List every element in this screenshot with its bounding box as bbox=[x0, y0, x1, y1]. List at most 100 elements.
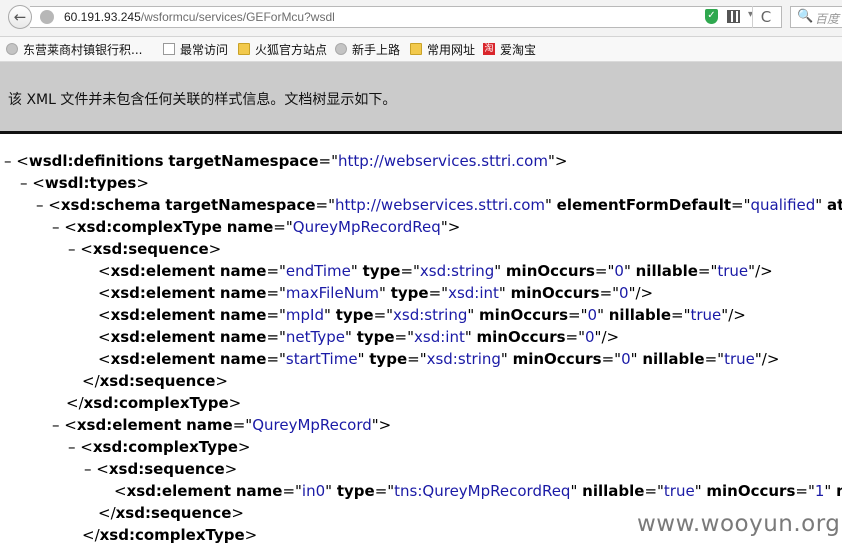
xml-tag-name: xsd:element bbox=[76, 416, 182, 434]
xml-punctuation: =" bbox=[407, 350, 427, 368]
xml-attr-value: QureyMpRecordReq bbox=[292, 218, 441, 236]
xml-punctuation: > bbox=[237, 438, 251, 456]
qr-code-icon[interactable] bbox=[727, 10, 740, 23]
globe-icon bbox=[335, 43, 347, 55]
reload-button[interactable]: C bbox=[752, 6, 779, 28]
xml-tag-name: wsdl:definitions bbox=[28, 152, 164, 170]
folder-icon bbox=[410, 43, 422, 55]
xml-punctuation: </ bbox=[98, 504, 116, 522]
xml-punctuation: =" bbox=[731, 196, 751, 214]
xml-tag-name: minOccurs bbox=[479, 306, 569, 324]
security-shield-icon[interactable]: ✓ bbox=[705, 9, 718, 24]
bookmark-item[interactable]: 常用网址 bbox=[410, 41, 475, 57]
xml-tag-name: nillable bbox=[642, 350, 705, 368]
xml-tag-name: xsd:sequence bbox=[108, 460, 225, 478]
xml-punctuation: =" bbox=[599, 284, 620, 302]
bookmarks-toolbar: 东营莱商村镇银行积... 最常访问 火狐官方站点 新手上路 常用网址 淘爱淘宝 bbox=[0, 37, 842, 62]
xml-tag-name: xsd:sequence bbox=[99, 372, 216, 390]
xml-attr-value: xsd:string bbox=[419, 262, 495, 280]
xml-attr-value: mpId bbox=[285, 306, 325, 324]
xml-tag-name: nillable bbox=[635, 262, 698, 280]
xml-tag-name: nillable bbox=[582, 482, 645, 500]
xml-line: – <xsd:sequence> bbox=[84, 458, 237, 480]
xml-attr-value: true bbox=[663, 482, 695, 500]
xml-tag-name: type bbox=[362, 262, 401, 280]
collapse-toggle[interactable]: – bbox=[4, 152, 16, 170]
xml-punctuation: =" bbox=[565, 328, 585, 346]
xml-punctuation: < bbox=[80, 438, 93, 456]
xml-attr-value: 0 bbox=[614, 262, 624, 280]
bookmark-item[interactable]: 淘爱淘宝 bbox=[483, 41, 536, 57]
xml-tag-name: name bbox=[226, 218, 274, 236]
xml-attr-value: 0 bbox=[619, 284, 629, 302]
xml-punctuation: > bbox=[136, 174, 149, 192]
xml-attr-value: xsd:int bbox=[448, 284, 499, 302]
xml-punctuation: =" bbox=[428, 284, 449, 302]
xml-tag-name: wsdl:types bbox=[44, 174, 137, 192]
xml-tag-name: xsd:element bbox=[110, 328, 216, 346]
collapse-toggle[interactable]: – bbox=[52, 218, 64, 236]
xml-line: – <wsdl:types> bbox=[20, 172, 149, 194]
xml-tag-name: name bbox=[219, 350, 267, 368]
collapse-toggle[interactable]: – bbox=[52, 416, 64, 434]
bookmark-item[interactable]: 东营莱商村镇银行积... bbox=[6, 41, 142, 57]
xml-tag-name: xsd:element bbox=[110, 262, 216, 280]
url-bar[interactable]: 60.191.93.245/wsformcu/services/GEForMcu… bbox=[30, 6, 782, 28]
watermark: www.wooyun.org bbox=[637, 511, 841, 537]
xml-attr-value: 0 bbox=[621, 350, 631, 368]
xml-punctuation: =" bbox=[318, 152, 338, 170]
collapse-toggle[interactable]: – bbox=[68, 240, 80, 258]
xml-line: </xsd:complexType> bbox=[66, 392, 241, 414]
xml-punctuation: =" bbox=[266, 306, 286, 324]
xml-punctuation: =" bbox=[400, 262, 420, 280]
xml-attr-value: QureyMpRecord bbox=[252, 416, 372, 434]
xml-punctuation: < bbox=[64, 416, 77, 434]
search-box[interactable]: 🔍 百度 bbox=[790, 6, 842, 28]
xml-tag-name: xsd:schema bbox=[60, 196, 161, 214]
xml-punctuation: =" bbox=[232, 416, 253, 434]
xml-punctuation: < bbox=[80, 240, 93, 258]
bookmark-label: 新手上路 bbox=[352, 42, 401, 57]
xml-tag-name: name bbox=[219, 284, 267, 302]
xml-tag-name: minOccurs bbox=[476, 328, 566, 346]
xml-punctuation: =" bbox=[273, 218, 293, 236]
xml-punctuation: < bbox=[16, 152, 29, 170]
xml-punctuation: =" bbox=[394, 328, 415, 346]
xml-tag-name: name bbox=[219, 262, 267, 280]
bookmark-item[interactable]: 最常访问 bbox=[163, 41, 228, 57]
xml-attr-value: maxFileNum bbox=[285, 284, 380, 302]
xml-punctuation: =" bbox=[644, 482, 664, 500]
xml-line: <xsd:element name="maxFileNum" type="xsd… bbox=[98, 282, 653, 304]
document-icon bbox=[163, 43, 175, 55]
xml-line: <xsd:element name="startTime" type="xsd:… bbox=[98, 348, 779, 370]
xml-line: <xsd:element name="endTime" type="xsd:st… bbox=[98, 260, 773, 282]
collapse-toggle[interactable]: – bbox=[84, 460, 96, 478]
xml-tag-name: type bbox=[335, 306, 374, 324]
xml-line: – <xsd:schema targetNamespace="http://we… bbox=[36, 194, 842, 216]
xml-punctuation: =" bbox=[795, 482, 815, 500]
xml-punctuation: =" bbox=[266, 328, 286, 346]
xml-punctuation: "> bbox=[440, 218, 461, 236]
xml-punctuation: < bbox=[64, 218, 77, 236]
xml-punctuation: > bbox=[244, 526, 258, 544]
xml-line: – <xsd:sequence> bbox=[68, 238, 221, 260]
xml-punctuation: < bbox=[98, 328, 111, 346]
xml-punctuation: " bbox=[500, 350, 508, 368]
bookmark-item[interactable]: 火狐官方站点 bbox=[238, 41, 327, 57]
xml-attr-value: startTime bbox=[285, 350, 358, 368]
collapse-toggle[interactable]: – bbox=[68, 438, 80, 456]
collapse-toggle[interactable]: – bbox=[20, 174, 32, 192]
search-placeholder: 百度 bbox=[815, 12, 840, 26]
xml-line: <xsd:element name="netType" type="xsd:in… bbox=[98, 326, 619, 348]
xml-line: </xsd:sequence> bbox=[98, 502, 244, 524]
collapse-toggle[interactable]: – bbox=[36, 196, 48, 214]
xml-tag-name: xsd:element bbox=[110, 306, 216, 324]
xml-tag-name: name bbox=[235, 482, 283, 500]
bookmark-item[interactable]: 新手上路 bbox=[335, 41, 400, 57]
back-button[interactable]: ← bbox=[8, 5, 32, 29]
xml-punctuation: =" bbox=[594, 262, 615, 280]
site-identity-globe-icon[interactable] bbox=[40, 10, 54, 24]
xml-punctuation: =" bbox=[697, 262, 718, 280]
xml-attr-value: qualified bbox=[750, 196, 816, 214]
xml-line: <xsd:element name="mpId" type="xsd:strin… bbox=[98, 304, 746, 326]
